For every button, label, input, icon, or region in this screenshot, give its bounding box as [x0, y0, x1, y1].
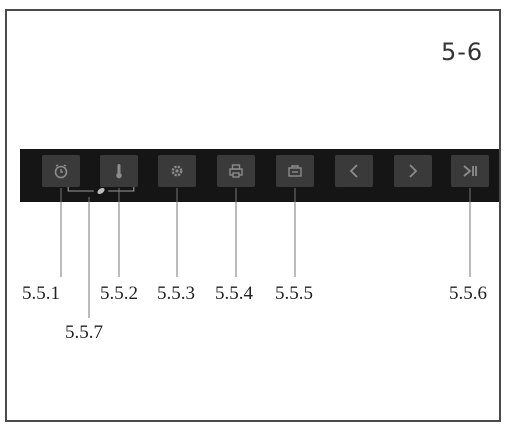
- callout-5-5-2: 5.5.2: [100, 283, 138, 304]
- callout-5-5-7: 5.5.7: [65, 322, 103, 343]
- callout-lines: [60, 188, 471, 318]
- callout-5-5-1: 5.5.1: [22, 283, 60, 304]
- callout-5-5-6: 5.5.6: [449, 283, 487, 304]
- callout-5-5-5: 5.5.5: [275, 283, 313, 304]
- callout-5-5-4: 5.5.4: [215, 283, 253, 304]
- callout-5-5-3: 5.5.3: [157, 283, 195, 304]
